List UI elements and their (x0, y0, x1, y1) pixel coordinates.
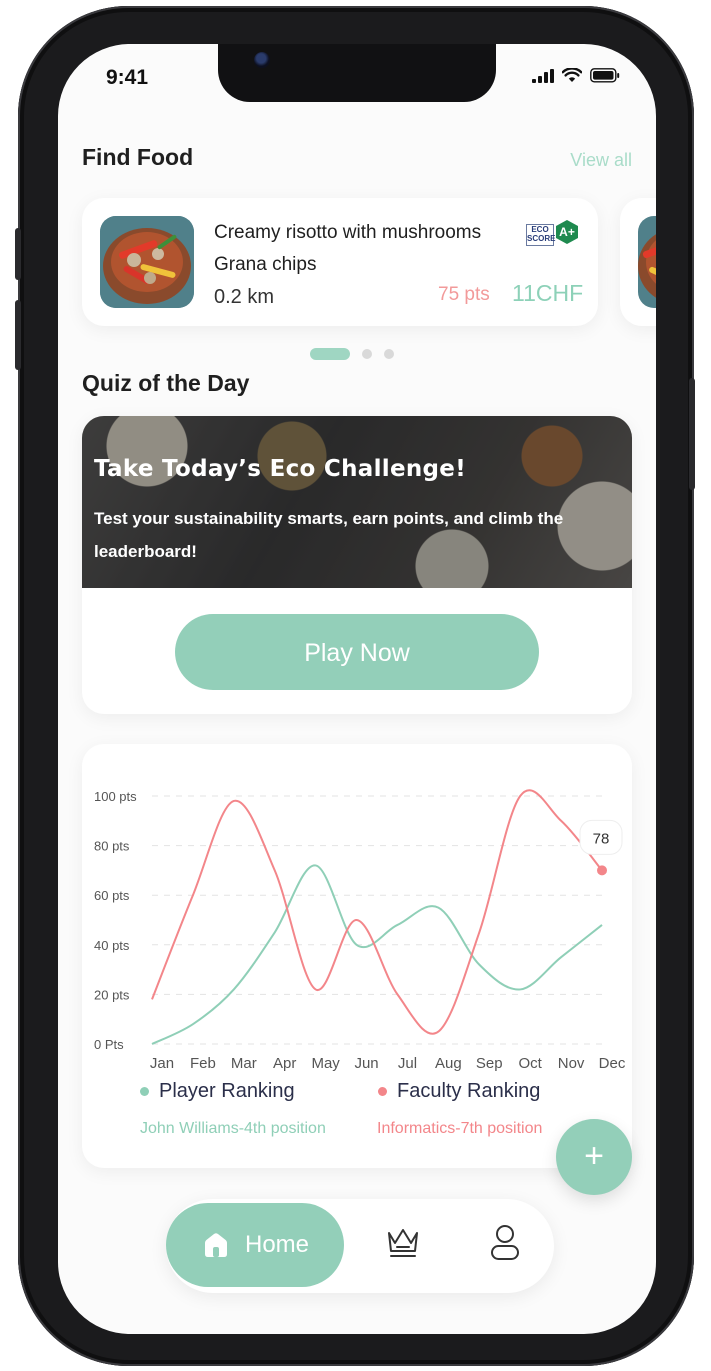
crown-icon[interactable] (384, 1223, 422, 1263)
y-tick-label: 60 pts (94, 888, 130, 903)
eco-score-grade: A+ (556, 220, 578, 244)
signal-icon (532, 68, 554, 83)
carousel-dot[interactable] (384, 349, 394, 359)
carousel-indicator[interactable] (310, 348, 394, 360)
food-distance: 0.2 km (214, 286, 275, 308)
y-tick-label: 0 Pts (94, 1037, 124, 1052)
legend-faculty-dot (378, 1087, 387, 1096)
x-tick-label: Jun (354, 1055, 378, 1072)
y-tick-label: 40 pts (94, 938, 130, 953)
legend-faculty: Faculty Ranking (378, 1080, 540, 1103)
y-tick-label: 20 pts (94, 987, 130, 1002)
food-price: 11CHF (512, 280, 584, 306)
legend-player-label: Player Ranking (159, 1080, 295, 1102)
x-tick-label: Oct (519, 1055, 543, 1072)
x-tick-label: Mar (231, 1055, 257, 1072)
quiz-description: Test your sustainability smarts, earn po… (94, 509, 564, 561)
mute-switch (15, 228, 21, 280)
carousel-dot-active[interactable] (310, 348, 350, 360)
x-tick-label: Sep (476, 1055, 503, 1072)
x-tick-label: Dec (599, 1055, 626, 1072)
x-tick-label: Apr (273, 1055, 296, 1072)
view-all-link[interactable]: View all (570, 150, 632, 171)
legend-faculty-label: Faculty Ranking (397, 1080, 541, 1102)
food-card-next[interactable] (620, 198, 656, 326)
x-tick-label: Aug (435, 1055, 462, 1072)
x-tick-label: May (311, 1055, 340, 1072)
food-subtitle: Grana chips (214, 254, 317, 275)
data-point-marker (597, 865, 607, 876)
food-name: Creamy risotto with mushrooms (214, 222, 482, 243)
bottom-tab-bar: Home (166, 1199, 554, 1293)
series-line-player-ranking (151, 864, 603, 1045)
battery-icon (590, 68, 620, 83)
notch (218, 44, 496, 102)
home-icon (204, 1233, 227, 1257)
camera (254, 52, 270, 68)
x-tick-label: Jan (150, 1055, 174, 1072)
x-tick-label: Feb (190, 1055, 216, 1072)
x-tick-label: Nov (558, 1055, 585, 1072)
tab-home-label: Home (244, 1231, 310, 1258)
player-position-text: John Williams-4th position (140, 1120, 326, 1137)
tab-home[interactable]: Home (166, 1203, 344, 1287)
power-button (689, 378, 695, 490)
status-icons (532, 68, 620, 83)
y-tick-label: 100 pts (94, 789, 137, 804)
faculty-position-text: Informatics-7th position (377, 1120, 543, 1137)
tooltip-value: 78 (593, 830, 610, 847)
eco-score-badge: ECO SCORE (526, 224, 555, 246)
wifi-icon (562, 68, 582, 82)
food-image-next (638, 216, 656, 308)
quiz-title: Take Today’s Eco Challenge! (94, 456, 466, 482)
food-points: 75 pts (438, 284, 490, 305)
add-button[interactable]: + (556, 1119, 632, 1195)
app-screen: 9:41 Find Food View all Creamy risotto w… (58, 44, 656, 1334)
user-icon[interactable] (488, 1223, 522, 1263)
y-tick-label: 80 pts (94, 839, 130, 854)
x-tick-label: Jul (398, 1055, 417, 1072)
ranking-line-chart: 100 pts 80 pts 60 pts 40 pts 20 pts 0 Pts Jan F… (94, 789, 626, 1072)
food-image (100, 216, 194, 308)
status-time: 9:41 (106, 66, 149, 89)
play-now-button[interactable]: Play Now (175, 614, 539, 690)
quiz-section-title: Quiz of the Day (82, 370, 250, 396)
find-food-title: Find Food (82, 144, 194, 170)
volume-button (15, 300, 21, 370)
series-line-faculty-ranking (151, 789, 603, 1035)
legend-player: Player Ranking (140, 1080, 295, 1103)
carousel-dot[interactable] (362, 349, 372, 359)
food-card[interactable]: Creamy risotto with mushrooms Grana chip… (82, 198, 598, 326)
ranking-chart-card: 100 pts 80 pts 60 pts 40 pts 20 pts 0 Pts Jan F… (82, 744, 632, 1168)
legend-player-dot (140, 1087, 149, 1096)
quiz-card: Take Today’s Eco Challenge! Test your su… (82, 416, 632, 714)
